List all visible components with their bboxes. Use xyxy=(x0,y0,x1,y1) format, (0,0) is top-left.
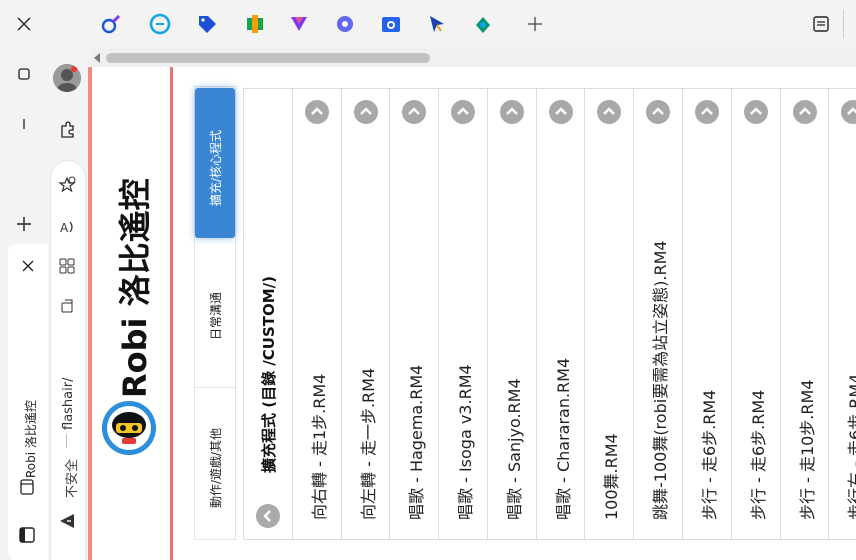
minimize-icon xyxy=(23,119,25,129)
tab-close-button[interactable] xyxy=(14,252,42,280)
list-item-label[interactable]: 唱歌 - Chararan.RM4 xyxy=(550,358,574,520)
read-aloud-icon: A xyxy=(60,221,73,235)
maximize-window-button[interactable] xyxy=(0,50,48,98)
extension-icon-9[interactable] xyxy=(470,11,496,37)
warning-icon[interactable] xyxy=(58,512,76,530)
chevron-up-icon xyxy=(603,107,615,115)
robi-logo-icon xyxy=(102,401,156,455)
list-item-label[interactable]: 步行 - 走6步.RM4 xyxy=(696,390,720,520)
list-header: 擴充程式 (目錄 /CUSTOM/) xyxy=(260,275,278,473)
list-item-label[interactable]: 唱歌 - Sanjyo.RM4 xyxy=(501,378,525,520)
chevron-up-icon xyxy=(555,107,567,115)
plus-icon xyxy=(528,17,542,31)
extension-icon-5[interactable] xyxy=(286,11,312,37)
list-item-label[interactable]: 向左轉 - 走一步.RM4 xyxy=(355,368,379,520)
toolbar-divider xyxy=(843,10,844,38)
sidebar-panel-icon xyxy=(19,527,35,543)
move-up-button[interactable] xyxy=(597,100,621,124)
maximize-icon xyxy=(18,68,30,80)
extension-icon-7[interactable] xyxy=(378,11,404,37)
add-extension-button[interactable] xyxy=(522,11,548,37)
favorite-button[interactable] xyxy=(52,170,82,200)
list-item-label[interactable]: 跳舞-100舞(robi要需為站立姿態).RM4 xyxy=(647,240,671,520)
plus-icon xyxy=(17,217,31,231)
chevron-up-icon xyxy=(701,107,713,115)
site-title: Robi 洛比遙控 xyxy=(116,178,154,398)
tab-daily-communication-label[interactable]: 日常溝通 xyxy=(207,292,224,340)
apps-button[interactable] xyxy=(52,251,82,281)
chevron-up-icon xyxy=(652,107,664,115)
list-item-label[interactable]: 唱歌 - Isoga v3.RM4 xyxy=(452,364,476,520)
tab-divider xyxy=(195,387,235,388)
back-button[interactable] xyxy=(256,504,280,528)
move-up-button[interactable] xyxy=(793,100,817,124)
extension-icon-6[interactable] xyxy=(332,11,358,37)
extensions-button[interactable] xyxy=(52,115,82,145)
tab-title: Robi 洛比遙控 xyxy=(24,400,38,478)
tab-expansion-core-label: 擴充/核心程式 xyxy=(209,129,223,206)
page-accent-bar xyxy=(88,67,92,560)
chevron-up-icon xyxy=(847,107,856,115)
window-strip: Robi 洛比遙控 xyxy=(0,0,48,560)
list-item-label[interactable]: 步行 - 走10步.RM4 xyxy=(794,380,818,521)
chevron-up-icon xyxy=(506,107,518,115)
chevron-up-icon xyxy=(408,107,420,115)
close-icon xyxy=(22,260,34,272)
star-add-icon xyxy=(58,176,76,193)
profile-avatar[interactable] xyxy=(53,64,81,92)
vertical-tabs-button[interactable] xyxy=(808,11,834,37)
extension-icon-2[interactable] xyxy=(147,11,173,37)
sidebar-toggle-button[interactable] xyxy=(14,522,40,548)
move-up-button[interactable] xyxy=(695,100,719,124)
chevron-up-icon xyxy=(457,107,469,115)
list-item-label[interactable]: 步行 - 走6步.RM4 xyxy=(745,390,769,520)
new-tab-button[interactable] xyxy=(0,200,48,248)
apps-grid-icon xyxy=(59,258,75,274)
move-up-button[interactable] xyxy=(451,100,475,124)
list-item-label[interactable]: 向右轉 - 走1步.RM4 xyxy=(306,374,330,520)
url-text[interactable]: flashair/ xyxy=(61,378,76,430)
chevron-up-icon xyxy=(311,107,323,115)
list-item-label[interactable]: 唱歌 - Hagema.RM4 xyxy=(403,365,427,520)
scrollbar-thumb[interactable] xyxy=(106,53,430,63)
close-icon xyxy=(17,17,31,31)
move-up-button[interactable] xyxy=(646,100,670,124)
tab-actions-button[interactable] xyxy=(52,291,82,321)
chevron-up-icon xyxy=(750,107,762,115)
list-item-label[interactable]: 100舞.RM4 xyxy=(598,433,622,520)
list-item-label[interactable]: 步行右 - 走6步.RM4 xyxy=(842,374,856,520)
extension-icon-3[interactable] xyxy=(194,11,220,37)
puzzle-icon xyxy=(61,121,74,138)
tab-motion-games-other-label[interactable]: 動作/遊戲/其他 xyxy=(207,428,224,508)
move-up-button[interactable] xyxy=(549,100,573,124)
read-aloud-button[interactable]: A xyxy=(52,212,82,242)
scroll-left-arrow-icon[interactable] xyxy=(94,53,100,63)
close-window-button[interactable] xyxy=(0,0,48,48)
chevron-left-icon xyxy=(263,510,271,522)
move-up-button[interactable] xyxy=(305,100,329,124)
chevron-up-icon xyxy=(360,107,372,115)
extensions-toolbar xyxy=(48,0,856,48)
move-up-button[interactable] xyxy=(500,100,524,124)
header-accent-bar xyxy=(170,67,173,560)
move-up-button[interactable] xyxy=(402,100,426,124)
horizontal-scrollbar[interactable] xyxy=(90,49,856,67)
svg-text:A: A xyxy=(60,221,69,235)
move-up-button[interactable] xyxy=(744,100,768,124)
extension-icon-1[interactable] xyxy=(98,11,124,37)
extension-icon-4[interactable] xyxy=(242,11,268,37)
chevron-up-icon xyxy=(799,107,811,115)
insecure-label[interactable]: 不安全 xyxy=(61,459,80,498)
address-divider xyxy=(66,434,67,448)
minimize-window-button[interactable] xyxy=(0,100,48,148)
tab-actions-icon xyxy=(61,299,73,313)
move-up-button[interactable] xyxy=(354,100,378,124)
extension-icon-8[interactable] xyxy=(424,11,450,37)
profile-avatar-icon xyxy=(53,64,81,92)
tab-favicon-icon xyxy=(18,478,36,496)
site-logo xyxy=(102,401,156,455)
move-up-button[interactable] xyxy=(841,100,856,124)
vertical-tabs-icon xyxy=(813,16,829,32)
